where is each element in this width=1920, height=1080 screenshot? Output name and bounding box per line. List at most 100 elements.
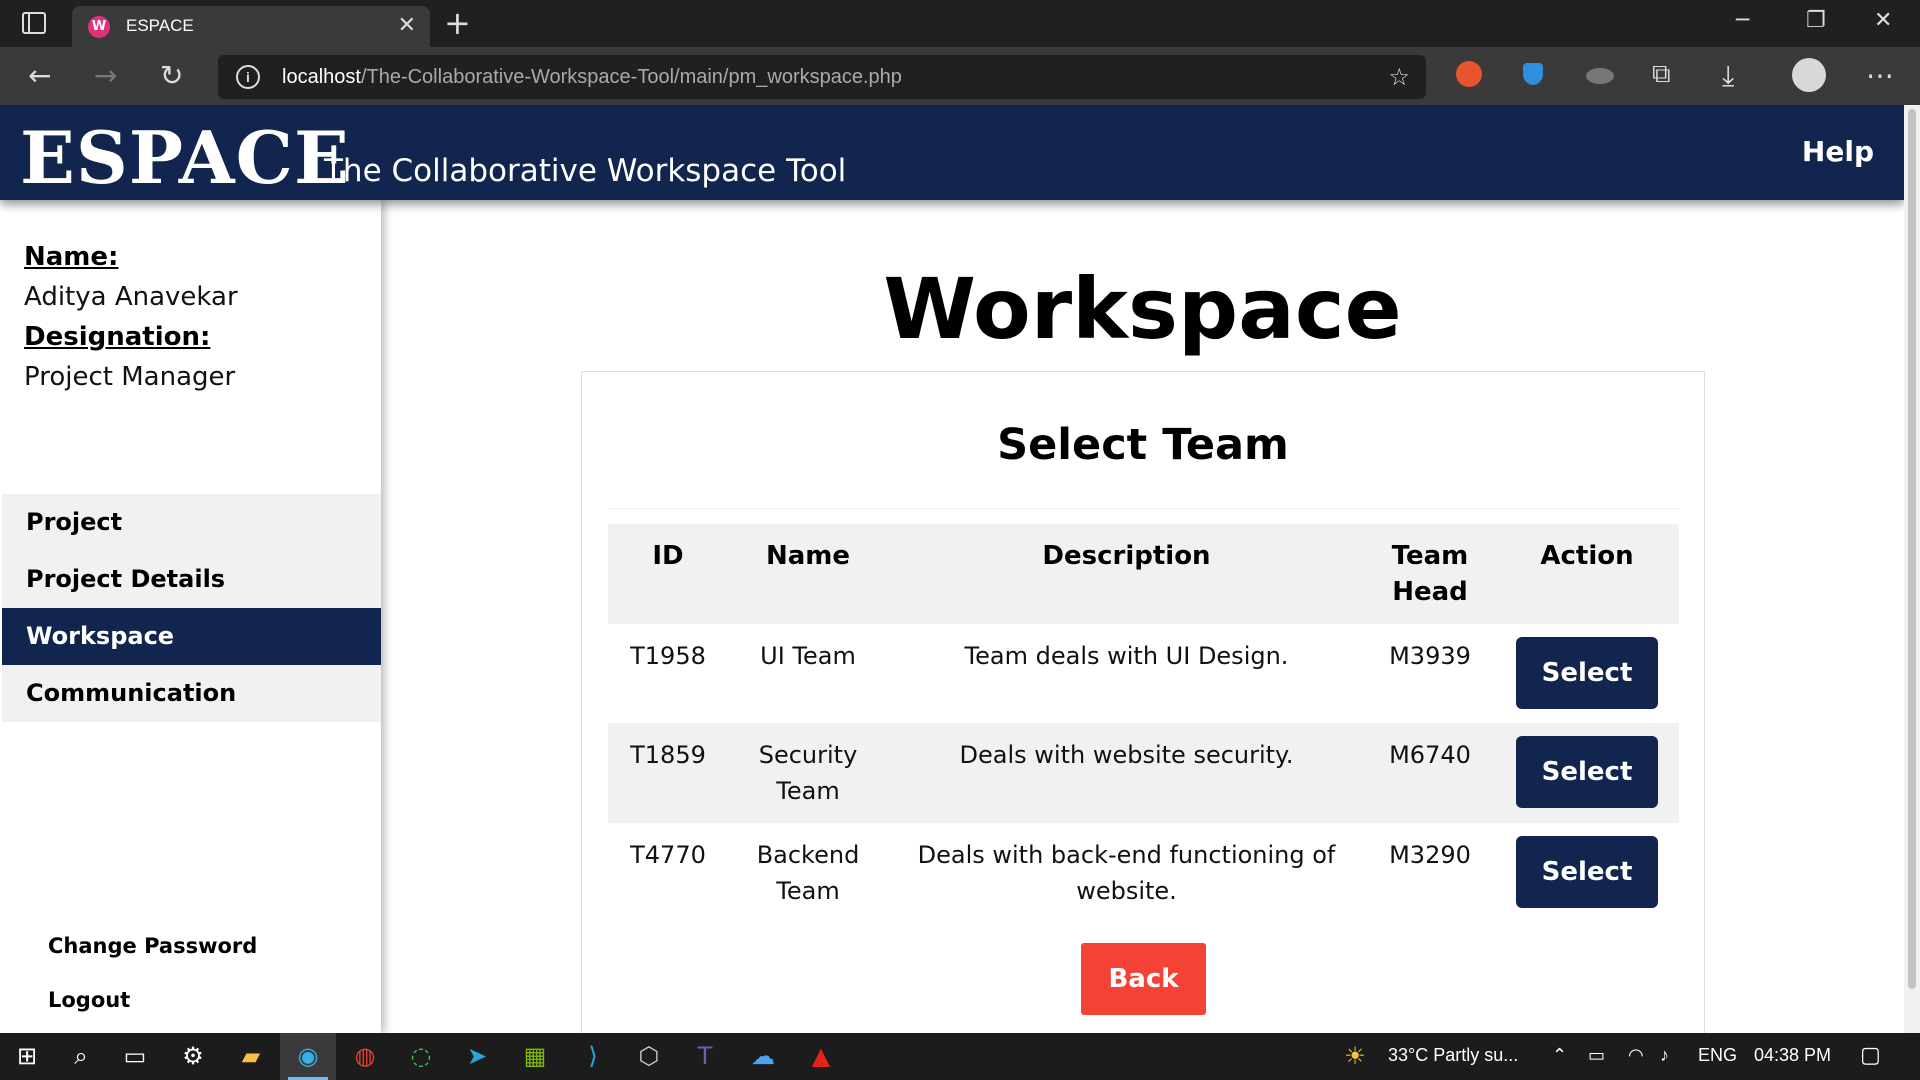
file-explorer-icon[interactable]: ▰	[236, 1041, 266, 1071]
shield-extension-icon[interactable]	[1523, 63, 1543, 85]
sidebar-item-project-details[interactable]: Project Details	[2, 551, 381, 608]
weather-text[interactable]: 33°C Partly su...	[1388, 1045, 1518, 1066]
cell-action: Select	[1495, 823, 1679, 923]
browser-tab[interactable]: W ESPACE ✕	[72, 6, 430, 47]
windows-taskbar: ⊞ ⌕ ▭ ⚙ ▰ ◉ ◍ ◌ ➤ ▦ ⟩ ⬡ T ☁ ▲ ☀ 33°C Par…	[0, 1033, 1920, 1080]
add-favorite-icon[interactable]: ☆	[1388, 63, 1410, 91]
wifi-icon[interactable]: ◠	[1628, 1045, 1644, 1066]
forward-arrow-icon[interactable]: →	[94, 59, 117, 92]
cell-name: Backend Team	[756, 841, 860, 905]
refresh-icon[interactable]: ↻	[160, 59, 183, 92]
minimize-icon[interactable]: ─	[1736, 8, 1749, 33]
downloads-icon[interactable]: ⤓	[1722, 59, 1734, 93]
search-icon[interactable]: ⌕	[66, 1041, 96, 1071]
name-value: Aditya Anavekar	[24, 282, 238, 312]
cell-team-head: M6740	[1365, 723, 1495, 823]
table-row: T4770 Backend Team Deals with back-end f…	[608, 823, 1679, 923]
browser-toolbar: ← → ↻ i localhost/The-Collaborative-Work…	[0, 47, 1920, 105]
scrollbar-thumb[interactable]	[1908, 109, 1916, 989]
page-title: Workspace	[883, 260, 1402, 358]
column-header-id: ID	[608, 524, 728, 624]
table-header-row: ID Name Description Team Head Action	[608, 524, 1679, 624]
site-logo[interactable]: ESPACE	[20, 115, 350, 200]
address-bar[interactable]: i localhost/The-Collaborative-Workspace-…	[218, 55, 1426, 99]
cell-action: Select	[1495, 624, 1679, 723]
select-team-button[interactable]: Select	[1516, 736, 1658, 808]
site-header: ESPACE The Collaborative Workspace Tool …	[0, 105, 1904, 200]
window-close-icon[interactable]: ✕	[1874, 8, 1892, 33]
sidebar-item-project[interactable]: Project	[2, 494, 381, 551]
team-select-card: Select Team ID Name Description Team Hea…	[581, 371, 1705, 1033]
task-view-icon[interactable]: ▭	[120, 1041, 150, 1071]
back-button[interactable]: Back	[1081, 943, 1206, 1015]
site-tagline: The Collaborative Workspace Tool	[324, 153, 847, 189]
column-header-description: Description	[888, 524, 1365, 624]
card-title: Select Team	[997, 420, 1289, 470]
battery-icon[interactable]: ▭	[1588, 1045, 1605, 1066]
tab-actions-icon[interactable]	[22, 12, 46, 34]
cell-action: Select	[1495, 723, 1679, 823]
column-header-team-head: Team Head	[1365, 524, 1495, 624]
column-header-action: Action	[1495, 524, 1679, 624]
site-favicon-icon: W	[88, 16, 110, 38]
table-row: T1958 UI Team Team deals with UI Design.…	[608, 624, 1679, 723]
cell-name: UI Team	[760, 642, 856, 670]
team-table: ID Name Description Team Head Action T19…	[608, 524, 1679, 923]
logout-link[interactable]: Logout	[48, 988, 130, 1012]
cell-description: Deals with website security.	[888, 723, 1365, 823]
card-divider	[608, 508, 1679, 509]
sidebar-item-workspace[interactable]: Workspace	[2, 608, 381, 665]
cell-name: Security Team	[728, 723, 888, 823]
settings-gear-icon[interactable]: ⚙	[178, 1041, 208, 1071]
windows-start-icon[interactable]: ⊞	[12, 1041, 42, 1071]
tab-title: ESPACE	[126, 16, 194, 35]
clock-time[interactable]: 04:38 PM	[1754, 1045, 1831, 1066]
cell-id: T1958	[630, 642, 706, 670]
change-password-link[interactable]: Change Password	[48, 934, 257, 958]
web-page: ESPACE The Collaborative Workspace Tool …	[0, 105, 1904, 1033]
duckduckgo-extension-icon[interactable]	[1456, 61, 1482, 87]
help-link[interactable]: Help	[1802, 135, 1874, 168]
language-indicator[interactable]: ENG	[1698, 1045, 1737, 1066]
weather-icon[interactable]: ☀	[1340, 1041, 1370, 1071]
volume-icon[interactable]: ♪	[1660, 1045, 1669, 1066]
cell-team-head: M3939	[1389, 642, 1471, 670]
table-row: T1859 Security Team Deals with website s…	[608, 723, 1679, 823]
cell-team-head: M3290	[1389, 841, 1471, 869]
sidebar-item-communication[interactable]: Communication	[2, 665, 381, 722]
cell-description: Deals with back-end functioning of websi…	[917, 841, 1336, 905]
back-arrow-icon[interactable]: ←	[28, 59, 51, 92]
3d-box-icon[interactable]: ⬡	[634, 1041, 664, 1071]
tab-close-icon[interactable]: ✕	[398, 13, 416, 38]
acrobat-icon[interactable]: ▲	[806, 1041, 836, 1071]
cell-id: T1859	[608, 723, 728, 823]
name-label: Name:	[24, 242, 119, 272]
store-icon[interactable]: ▦	[520, 1041, 550, 1071]
extensions-icon[interactable]: ⧉	[1652, 59, 1671, 90]
cloud-extension-icon[interactable]	[1586, 68, 1614, 84]
whatsapp-icon[interactable]: ◌	[406, 1041, 436, 1071]
select-team-button[interactable]: Select	[1516, 836, 1658, 908]
cell-id: T4770	[630, 841, 706, 869]
teams-icon[interactable]: T	[690, 1041, 720, 1071]
chrome-icon[interactable]: ◍	[350, 1041, 380, 1071]
telegram-icon[interactable]: ➤	[462, 1041, 492, 1071]
browser-tab-strip: W ESPACE ✕ + ─ ❐ ✕	[0, 0, 1920, 47]
page-scrollbar[interactable]	[1904, 105, 1920, 1033]
url-text[interactable]: localhost/The-Collaborative-Workspace-To…	[282, 66, 902, 89]
column-header-name: Name	[728, 524, 888, 624]
tray-expand-icon[interactable]: ⌃	[1552, 1045, 1567, 1066]
sidebar: Name: Aditya Anavekar Designation: Proje…	[0, 200, 381, 1033]
vscode-icon[interactable]: ⟩	[578, 1041, 608, 1071]
cell-description: Team deals with UI Design.	[964, 642, 1289, 670]
site-info-icon[interactable]: i	[236, 65, 260, 89]
select-team-button[interactable]: Select	[1516, 637, 1658, 709]
restore-icon[interactable]: ❐	[1806, 8, 1826, 33]
notifications-icon[interactable]: ▢	[1860, 1042, 1881, 1068]
designation-value: Project Manager	[24, 362, 236, 392]
new-tab-icon[interactable]: +	[444, 4, 471, 42]
more-menu-icon[interactable]: ⋯	[1866, 59, 1894, 92]
edge-browser-icon[interactable]: ◉	[280, 1033, 336, 1080]
profile-avatar-icon[interactable]	[1792, 58, 1826, 92]
cloud-app-icon[interactable]: ☁	[748, 1041, 778, 1071]
